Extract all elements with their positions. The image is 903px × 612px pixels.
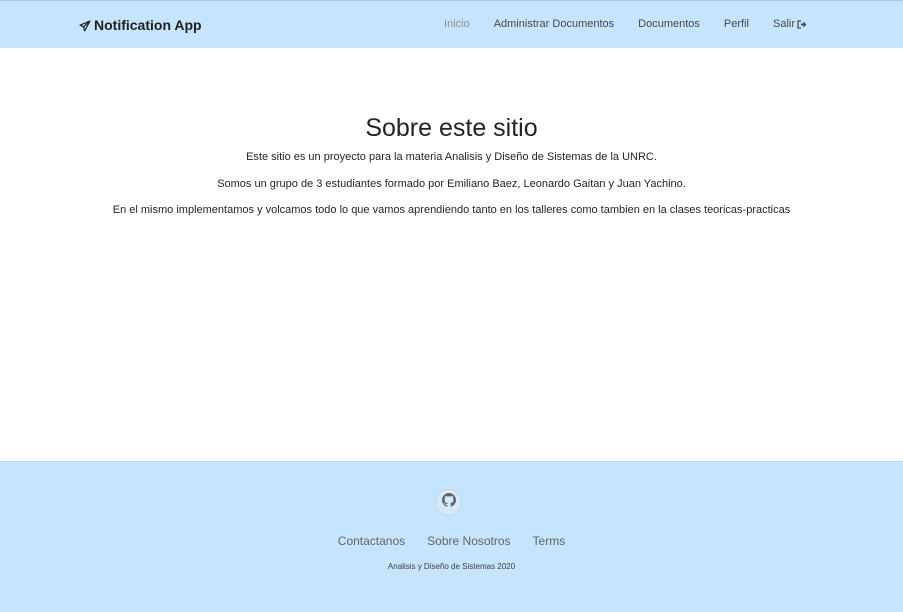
nav-links: Inicio Administrar Documentos Documentos… (444, 18, 807, 30)
footer-link-contactanos[interactable]: Contactanos (338, 534, 405, 548)
nav-item-label: Documentos (638, 18, 700, 30)
nav-item-label: Salir (772, 18, 795, 30)
github-button[interactable] (435, 489, 462, 516)
footer: Contactanos Sobre Nosotros Terms Analisi… (0, 461, 903, 612)
nav-item-label: Inicio (444, 18, 470, 30)
paper-plane-icon (79, 19, 91, 32)
about-paragraph: Este sitio es un proyecto para la materi… (246, 151, 657, 163)
nav-item-label: Perfil (723, 18, 749, 30)
sign-out-icon (797, 19, 807, 29)
navbar: Notification App Inicio Administrar Docu… (0, 0, 903, 48)
nav-item-administrar-documentos[interactable]: Administrar Documentos (494, 18, 614, 30)
page-title: Sobre este sitio (365, 114, 538, 142)
nav-item-documentos[interactable]: Documentos (638, 18, 700, 30)
nav-item-label: Administrar Documentos (493, 18, 615, 30)
footer-link-sobre-nosotros[interactable]: Sobre Nosotros (427, 534, 510, 548)
main-content: Sobre este sitio Este sitio es un proyec… (0, 48, 903, 461)
nav-item-inicio[interactable]: Inicio (444, 18, 470, 30)
brand-link[interactable]: Notification App (79, 17, 202, 33)
footer-links: Contactanos Sobre Nosotros Terms (0, 534, 903, 548)
copyright-text: Analisis y Diseño de Sistemas 2020 (387, 562, 516, 571)
github-icon (441, 493, 456, 512)
nav-item-perfil[interactable]: Perfil (724, 18, 749, 30)
about-paragraph: Somos un grupo de 3 estudiantes formado … (217, 178, 686, 190)
nav-item-salir[interactable]: Salir (773, 18, 807, 30)
footer-link-terms[interactable]: Terms (533, 534, 566, 548)
about-paragraph: En el mismo implementamos y volcamos tod… (112, 204, 791, 216)
brand-label: Notification App (94, 17, 202, 33)
